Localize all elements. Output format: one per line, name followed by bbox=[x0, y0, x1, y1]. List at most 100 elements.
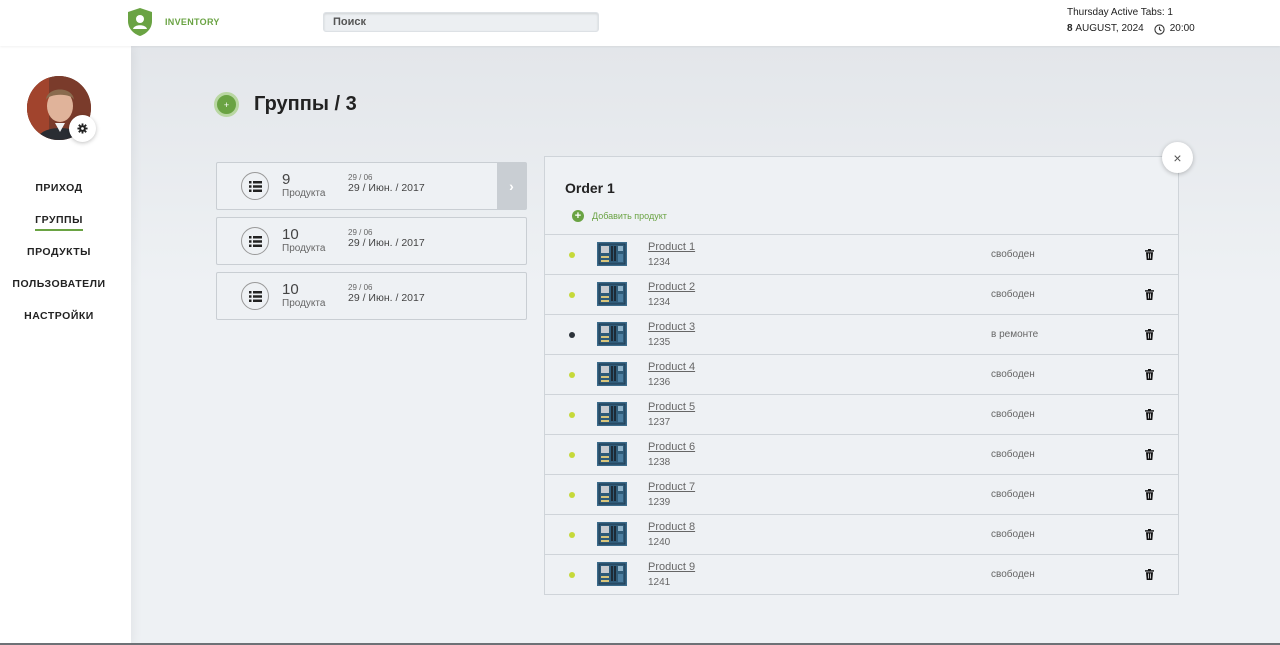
logo[interactable]: INVENTORY bbox=[127, 7, 220, 37]
product-name-link[interactable]: Product 6 bbox=[648, 441, 695, 453]
clock-icon bbox=[1154, 23, 1165, 35]
group-card[interactable]: 9 Продукта 29 / 06 29 / Июн. / 2017 › bbox=[216, 162, 527, 210]
search-input[interactable] bbox=[323, 12, 599, 32]
product-status: свободен bbox=[991, 369, 1035, 380]
top-bar: INVENTORY Thursday Active Tabs: 1 8 AUGU… bbox=[0, 0, 1280, 46]
list-icon[interactable] bbox=[241, 282, 269, 310]
group-date-short: 29 / 06 bbox=[348, 173, 373, 182]
close-button[interactable]: × bbox=[1162, 142, 1193, 173]
trash-icon[interactable] bbox=[1145, 409, 1154, 420]
add-group-button[interactable]: + bbox=[214, 92, 239, 117]
sidebar-item-prihod[interactable]: ПРИХОД bbox=[0, 180, 118, 212]
group-date-short: 29 / 06 bbox=[348, 228, 373, 237]
product-status: свободен bbox=[991, 569, 1035, 580]
motherboard-thumbnail-icon bbox=[597, 562, 627, 586]
trash-icon[interactable] bbox=[1145, 249, 1154, 260]
date-rest: AUGUST, 2024 bbox=[1075, 23, 1144, 34]
sidebar-item-polzovateli[interactable]: ПОЛЬЗОВАТЕЛИ bbox=[0, 276, 118, 308]
product-number: 1238 bbox=[648, 457, 671, 468]
product-name-link[interactable]: Product 3 bbox=[648, 321, 695, 333]
motherboard-thumbnail-icon bbox=[597, 362, 627, 386]
status-dot bbox=[569, 292, 575, 298]
product-name-link[interactable]: Product 9 bbox=[648, 561, 695, 573]
trash-icon[interactable] bbox=[1145, 449, 1154, 460]
sidebar-item-produkty[interactable]: ПРОДУКТЫ bbox=[0, 244, 118, 276]
product-name-link[interactable]: Product 8 bbox=[648, 521, 695, 533]
trash-icon[interactable] bbox=[1145, 489, 1154, 500]
group-date: 29 / Июн. / 2017 bbox=[348, 182, 425, 194]
product-row[interactable]: Product 8 1240 свободен bbox=[545, 514, 1178, 554]
group-count-label: Продукта bbox=[282, 298, 326, 309]
product-number: 1241 bbox=[648, 577, 671, 588]
date-day: 8 bbox=[1067, 23, 1073, 34]
product-status: свободен bbox=[991, 289, 1035, 300]
product-status: свободен bbox=[991, 249, 1035, 260]
product-status: свободен bbox=[991, 409, 1035, 420]
list-icon[interactable] bbox=[241, 227, 269, 255]
product-name-link[interactable]: Product 5 bbox=[648, 401, 695, 413]
trash-icon[interactable] bbox=[1145, 569, 1154, 580]
shield-logo-icon bbox=[128, 8, 152, 36]
product-status: свободен bbox=[991, 449, 1035, 460]
group-count-label: Продукта bbox=[282, 188, 326, 199]
group-date: 29 / Июн. / 2017 bbox=[348, 237, 425, 249]
group-count: 10 bbox=[282, 226, 299, 243]
trash-icon[interactable] bbox=[1145, 529, 1154, 540]
avatar-settings-button[interactable] bbox=[69, 115, 96, 142]
time: 20:00 bbox=[1169, 23, 1195, 34]
group-card[interactable]: 10 Продукта 29 / 06 29 / Июн. / 2017 bbox=[216, 272, 527, 320]
product-row[interactable]: Product 4 1236 свободен bbox=[545, 354, 1178, 394]
product-row[interactable]: Product 5 1237 свободен bbox=[545, 394, 1178, 434]
sidebar-item-nastroyki[interactable]: НАСТРОЙКИ bbox=[0, 308, 118, 340]
motherboard-thumbnail-icon bbox=[597, 322, 627, 346]
chevron-right-icon[interactable]: › bbox=[497, 163, 526, 209]
product-number: 1236 bbox=[648, 377, 671, 388]
product-status: свободен bbox=[991, 489, 1035, 500]
sidebar-item-gruppy[interactable]: ГРУППЫ bbox=[0, 212, 118, 244]
product-status: свободен bbox=[991, 529, 1035, 540]
group-date: 29 / Июн. / 2017 bbox=[348, 292, 425, 304]
product-row[interactable]: Product 9 1241 свободен bbox=[545, 554, 1178, 594]
product-name-link[interactable]: Product 4 bbox=[648, 361, 695, 373]
status-dot bbox=[569, 332, 575, 338]
product-number: 1239 bbox=[648, 497, 671, 508]
motherboard-thumbnail-icon bbox=[597, 442, 627, 466]
gear-icon bbox=[77, 123, 88, 134]
trash-icon[interactable] bbox=[1145, 289, 1154, 300]
product-status: в ремонте bbox=[991, 329, 1039, 340]
group-date-short: 29 / 06 bbox=[348, 283, 373, 292]
product-number: 1240 bbox=[648, 537, 671, 548]
trash-icon[interactable] bbox=[1145, 369, 1154, 380]
groups-list: 9 Продукта 29 / 06 29 / Июн. / 2017 › 10… bbox=[216, 162, 527, 327]
page-header: + Группы / 3 bbox=[214, 92, 357, 117]
motherboard-thumbnail-icon bbox=[597, 402, 627, 426]
group-card[interactable]: 10 Продукта 29 / 06 29 / Июн. / 2017 bbox=[216, 217, 527, 265]
add-product-label: Добавить продукт bbox=[592, 211, 667, 221]
sidebar-nav: ПРИХОД ГРУППЫ ПРОДУКТЫ ПОЛЬЗОВАТЕЛИ НАСТ… bbox=[0, 180, 118, 340]
product-number: 1234 bbox=[648, 297, 671, 308]
status-dot bbox=[569, 532, 575, 538]
trash-icon[interactable] bbox=[1145, 329, 1154, 340]
product-list: Product 1 1234 свободен Product 2 1234 с… bbox=[545, 234, 1178, 594]
list-icon[interactable] bbox=[241, 172, 269, 200]
product-name-link[interactable]: Product 7 bbox=[648, 481, 695, 493]
product-row[interactable]: Product 1 1234 свободен bbox=[545, 234, 1178, 274]
product-name-link[interactable]: Product 1 bbox=[648, 241, 695, 253]
order-title: Order 1 bbox=[565, 180, 615, 196]
plus-icon: + bbox=[572, 210, 584, 222]
product-row[interactable]: Product 6 1238 свободен bbox=[545, 434, 1178, 474]
status-dot bbox=[569, 572, 575, 578]
motherboard-thumbnail-icon bbox=[597, 242, 627, 266]
sidebar: ПРИХОД ГРУППЫ ПРОДУКТЫ ПОЛЬЗОВАТЕЛИ НАСТ… bbox=[0, 46, 131, 645]
page-title: Группы / 3 bbox=[254, 93, 357, 115]
product-row[interactable]: Product 7 1239 свободен bbox=[545, 474, 1178, 514]
order-panel: Order 1 + Добавить продукт Product 1 123… bbox=[544, 156, 1179, 595]
product-name-link[interactable]: Product 2 bbox=[648, 281, 695, 293]
group-count: 10 bbox=[282, 281, 299, 298]
day-line: Thursday Active Tabs: 1 bbox=[1067, 7, 1173, 18]
add-product-button[interactable]: + Добавить продукт bbox=[572, 210, 667, 222]
product-row[interactable]: Product 2 1234 свободен bbox=[545, 274, 1178, 314]
motherboard-thumbnail-icon bbox=[597, 522, 627, 546]
product-row[interactable]: Product 3 1235 в ремонте bbox=[545, 314, 1178, 354]
product-number: 1235 bbox=[648, 337, 671, 348]
